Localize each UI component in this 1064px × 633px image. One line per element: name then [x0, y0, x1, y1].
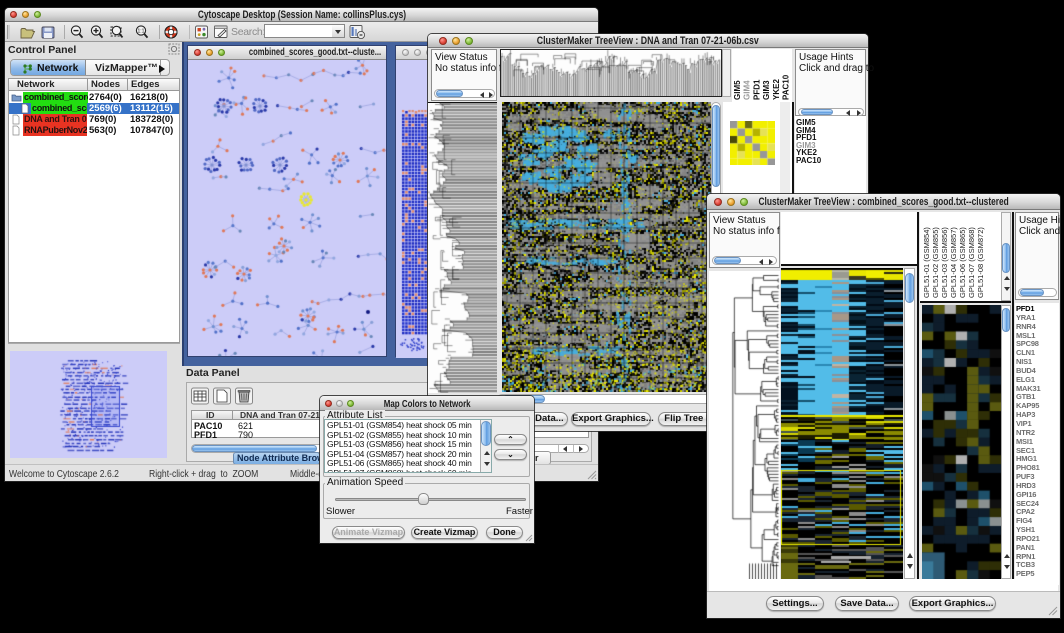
svg-text:GPL51-02 (GSM855): GPL51-02 (GSM855): [931, 227, 940, 298]
svg-text:GPL51-06 (GSM865): GPL51-06 (GSM865): [958, 227, 967, 298]
svg-text:GPL51-01 (GSM854): GPL51-01 (GSM854): [922, 227, 931, 298]
svg-text:PAC10: PAC10: [782, 74, 791, 100]
svg-text:GPL51-03 (GSM856): GPL51-03 (GSM856): [940, 227, 949, 298]
svg-text:GIM4: GIM4: [743, 80, 752, 100]
svg-text:GPL51-04 (GSM857): GPL51-04 (GSM857): [949, 227, 958, 298]
svg-text:1:1: 1:1: [138, 29, 145, 35]
svg-text:PFD1: PFD1: [752, 79, 761, 100]
svg-text:GIM3: GIM3: [762, 80, 771, 100]
svg-text:GIM5: GIM5: [733, 80, 742, 100]
svg-text:YKE2: YKE2: [772, 79, 781, 100]
svg-text:GPL51-08 (GSM872): GPL51-08 (GSM872): [976, 227, 985, 298]
svg-text:GPL51-07 (GSM868): GPL51-07 (GSM868): [967, 227, 976, 298]
